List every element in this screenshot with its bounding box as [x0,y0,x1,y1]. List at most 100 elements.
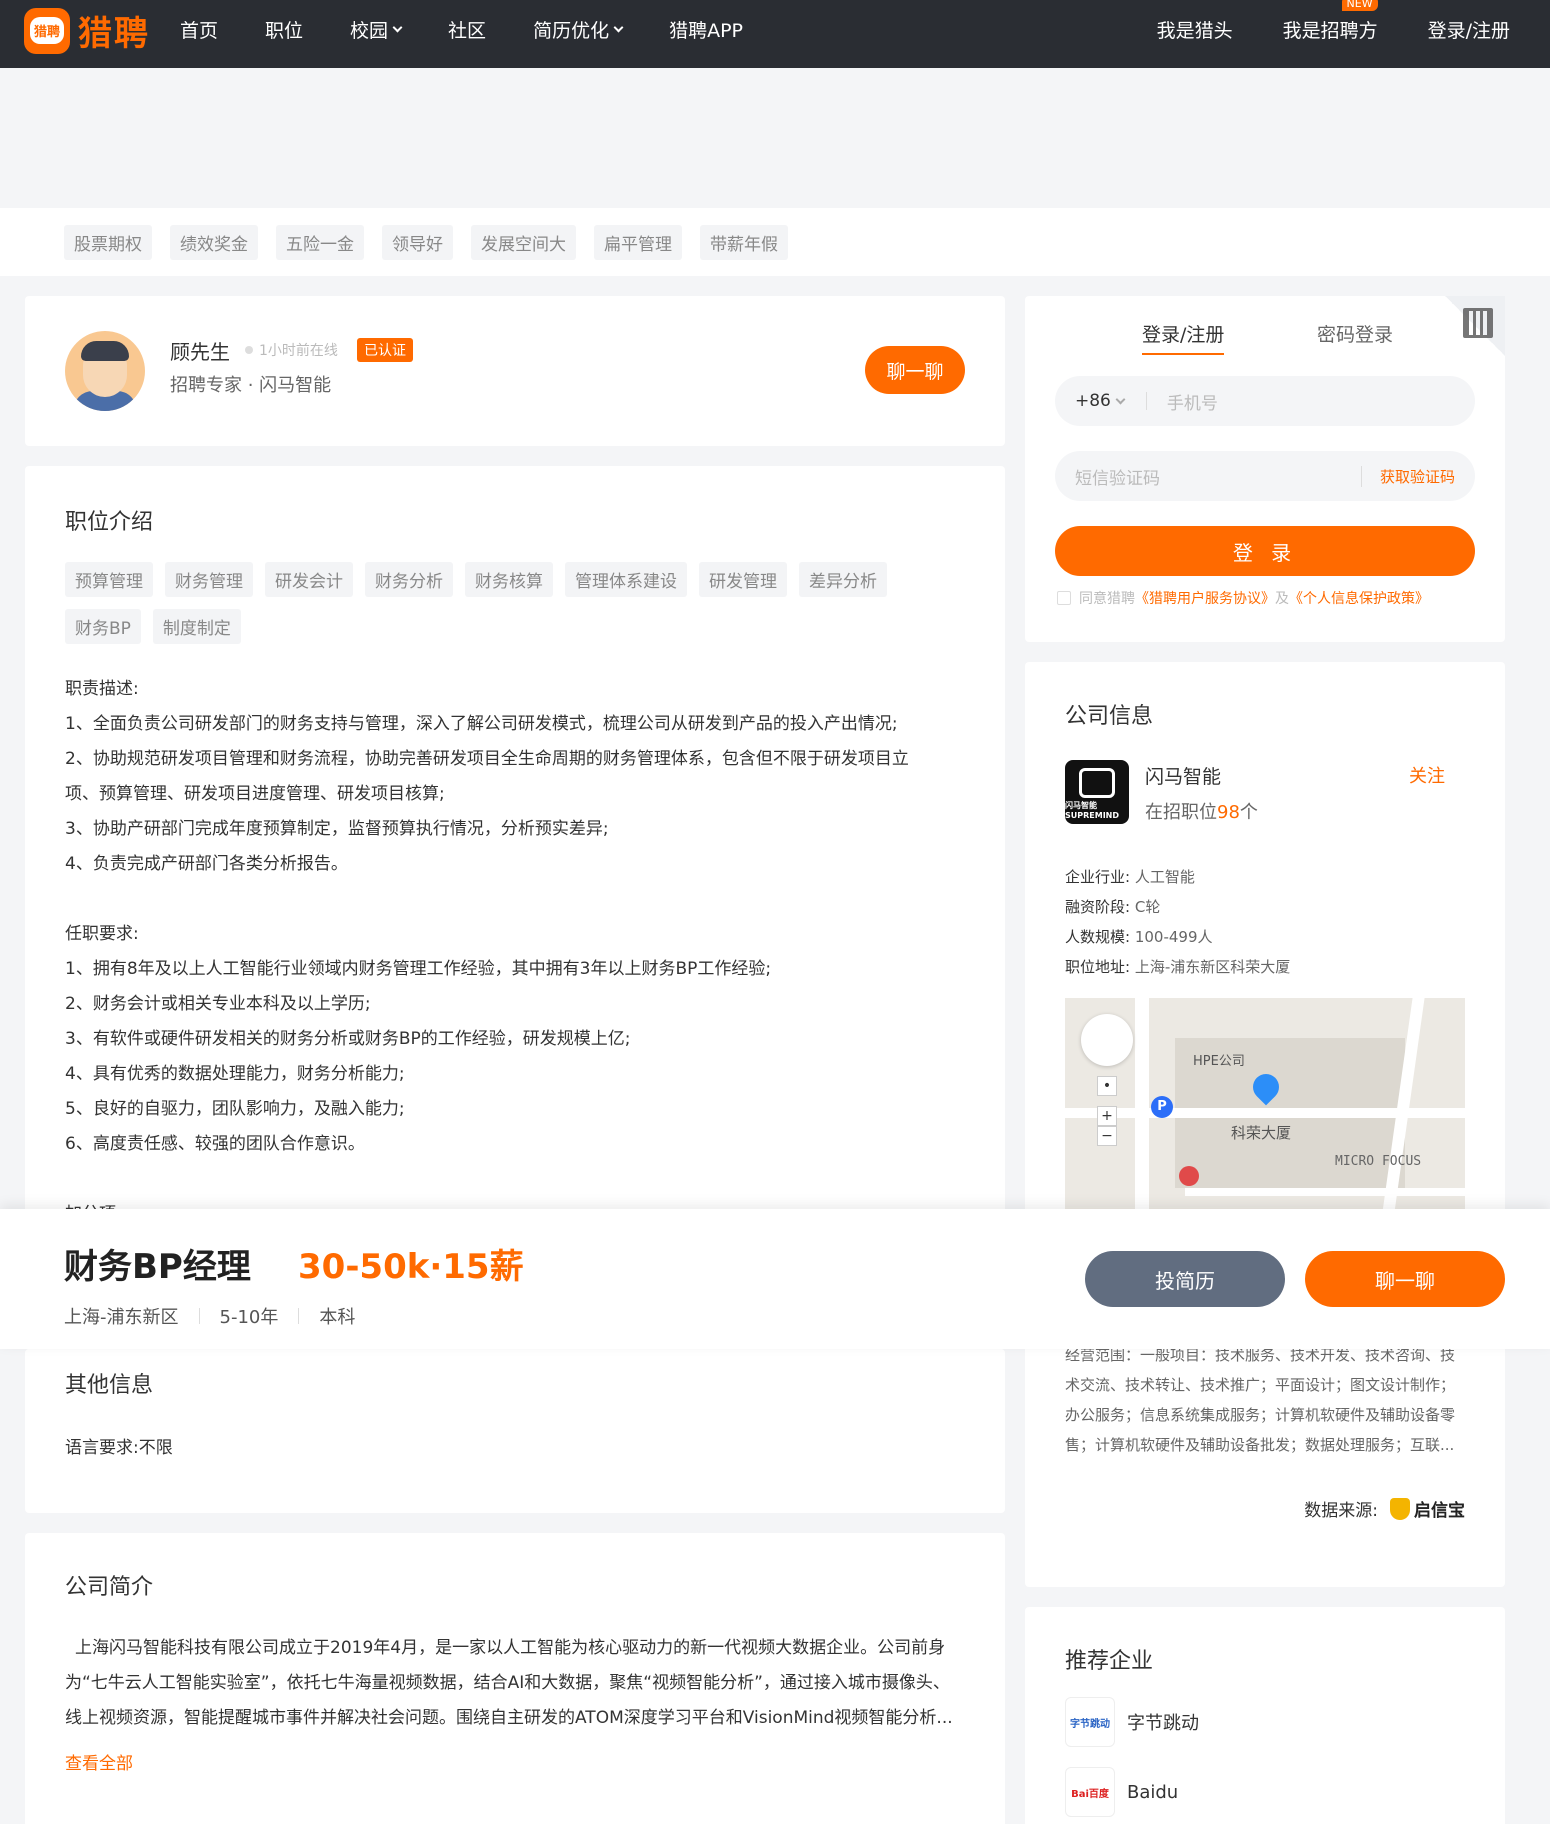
company-info-card: 公司信息 闪马智能 SUPREMIND 闪马智能 关注 在招职位98个 企业行业… [1025,662,1505,1587]
follow-button[interactable]: 关注 [1409,762,1445,788]
view-all-link[interactable]: 查看全部 [65,1749,133,1774]
skill-tag: 管理体系建设 [565,562,687,597]
sms-code-input[interactable]: 短信验证码 [1075,464,1160,489]
nav-resume-label: 简历优化 [533,19,610,42]
status-dot-icon [245,346,253,354]
benefit-tag: 领导好 [382,224,453,260]
chat-button[interactable]: 聊一聊 [1305,1251,1505,1307]
nav-app[interactable]: 猎聘APP [669,16,743,43]
zoom-in-button[interactable]: + [1097,1106,1117,1126]
agreement: 同意猎聘 《猎聘用户服务协议》 及 《个人信息保护政策》 [1057,588,1429,608]
company-name: Baidu [1127,1781,1179,1803]
benefit-tag: 五险一金 [276,224,364,260]
tab-password-login[interactable]: 密码登录 [1317,320,1393,347]
chat-button[interactable]: 聊一聊 [865,346,965,394]
skill-tag: 财务管理 [165,562,253,597]
section-title: 公司信息 [1065,704,1154,729]
login-card: 登录/注册 密码登录 +86 手机号 短信验证码 获取验证码 登 录 同意猎聘 … [1025,296,1505,642]
get-code-button[interactable]: 获取验证码 [1360,465,1455,487]
company-info-list: 企业行业: 人工智能 融资阶段: C轮 人数规模: 100-499人 职位地址:… [1065,862,1290,982]
country-code-select[interactable]: +86 [1075,391,1126,411]
company-name[interactable]: 闪马智能 [1145,762,1221,789]
job-meta: 上海-浦东新区 5-10年 本科 [64,1303,355,1329]
skill-tag: 财务分析 [365,562,453,597]
verified-badge: 已认证 [357,338,413,362]
agree-checkbox[interactable] [1057,591,1071,605]
section-title: 职位介绍 [65,510,154,535]
banner-area [0,68,1550,208]
zoom-out-button[interactable]: − [1097,1126,1117,1146]
recruiter-card: 顾先生 1小时前在线 已认证 招聘专家 · 闪马智能 聊一聊 [25,296,1005,446]
nav-right: 我是猎头 我是招聘方 NEW 登录/注册 [1107,0,1510,58]
benefit-tag: 绩效奖金 [170,224,258,260]
login-button[interactable]: 登 录 [1055,526,1475,576]
recommended-company[interactable]: Bai百度 Baidu [1065,1767,1178,1817]
benefit-tag: 带薪年假 [700,224,788,260]
other-info-card: 其他信息 语言要求:不限 [25,1349,1005,1513]
skill-tag: 财务核算 [465,562,553,597]
company-intro-text: 上海闪马智能科技有限公司成立于2019年4月，是一家以人工智能为核心驱动力的新一… [65,1638,953,1728]
privacy-policy-link[interactable]: 《个人信息保护政策》 [1289,588,1429,608]
language-requirement: 语言要求:不限 [65,1438,173,1458]
avatar[interactable] [65,331,145,411]
nav-home[interactable]: 首页 [180,16,218,43]
recruiter-name: 顾先生 [170,340,230,364]
skill-tag: 财务BP [65,609,141,644]
nav-login[interactable]: 登录/注册 [1428,16,1510,43]
sms-code-field[interactable]: 短信验证码 获取验证码 [1055,451,1475,501]
job-experience: 5-10年 [219,1307,279,1328]
section-title: 其他信息 [65,1373,154,1398]
benefit-tag: 发展空间大 [471,224,576,260]
nav-jobs[interactable]: 职位 [265,16,303,43]
job-education: 本科 [319,1307,356,1328]
tab-sms-login[interactable]: 登录/注册 [1142,320,1225,355]
map-poi-label: 科荣大厦 [1231,1124,1292,1142]
new-badge: NEW [1341,0,1378,11]
skill-tag: 研发会计 [265,562,353,597]
company-logo: 字节跳动 [1065,1697,1115,1747]
job-description-card: 职位介绍 预算管理 财务管理 研发会计 财务分析 财务核算 管理体系建设 研发管… [25,466,1005,1246]
info-row: 融资阶段: C轮 [1065,898,1161,916]
recommended-company[interactable]: 字节跳动 字节跳动 [1065,1697,1199,1747]
main-nav: 首页 职位 校园 社区 简历优化 猎聘APP [180,0,790,58]
skill-tags: 预算管理 财务管理 研发会计 财务分析 财务核算 管理体系建设 研发管理 差异分… [65,562,965,656]
benefit-tag: 股票期权 [64,224,152,260]
liepin-logo[interactable]: 猎聘 猎聘 [24,6,150,55]
company-name: 字节跳动 [1127,1713,1199,1734]
map-locate-button[interactable]: • [1097,1076,1117,1096]
qixinbao-logo[interactable]: 启信宝 [1390,1496,1465,1521]
parking-icon: P [1151,1096,1173,1118]
user-agreement-link[interactable]: 《猎聘用户服务协议》 [1135,588,1275,608]
skill-tag: 研发管理 [699,562,787,597]
chevron-down-icon [1115,394,1126,404]
open-jobs-count[interactable]: 在招职位98个 [1145,798,1258,824]
chevron-down-icon [613,22,624,32]
section-title: 推荐企业 [1065,1649,1154,1674]
info-row: 企业行业: 人工智能 [1065,868,1195,886]
top-nav-bar: 猎聘 猎聘 首页 职位 校园 社区 简历优化 猎聘APP 我是猎头 我是招聘方 N… [0,0,1550,68]
job-location: 上海-浦东新区 [64,1307,179,1328]
benefit-tags: 股票期权 绩效奖金 五险一金 领导好 发展空间大 扁平管理 带薪年假 [0,208,1550,276]
sticky-job-bar: 财务BP经理 30-50k·15薪 上海-浦东新区 5-10年 本科 投简历 聊… [0,1209,1550,1349]
shield-icon [1390,1497,1410,1520]
nav-campus-label: 校园 [350,19,389,42]
nav-campus[interactable]: 校园 [350,16,403,43]
chevron-down-icon [392,22,403,32]
qr-code-icon [1463,308,1493,338]
company-logo[interactable]: 闪马智能 SUPREMIND [1065,760,1129,824]
salary: 30-50k·15薪 [298,1247,524,1287]
nav-employer[interactable]: 我是招聘方 NEW [1282,0,1378,43]
qr-login-toggle[interactable] [1445,296,1505,356]
company-logo: Bai百度 [1065,1767,1115,1817]
nav-resume-optimize[interactable]: 简历优化 [533,16,624,43]
nav-employer-label: 我是招聘方 [1282,19,1378,42]
map-poi-label: MICRO FOCUS [1335,1154,1422,1169]
map-pan-control[interactable] [1081,1014,1133,1066]
phone-input[interactable]: 手机号 [1167,389,1218,414]
phone-field[interactable]: +86 手机号 [1055,376,1475,426]
nav-community[interactable]: 社区 [448,16,486,43]
nav-headhunter[interactable]: 我是猎头 [1157,16,1233,43]
section-title: 公司简介 [65,1575,154,1600]
online-status: 1小时前在线 [245,340,338,360]
submit-resume-button[interactable]: 投简历 [1085,1251,1285,1307]
